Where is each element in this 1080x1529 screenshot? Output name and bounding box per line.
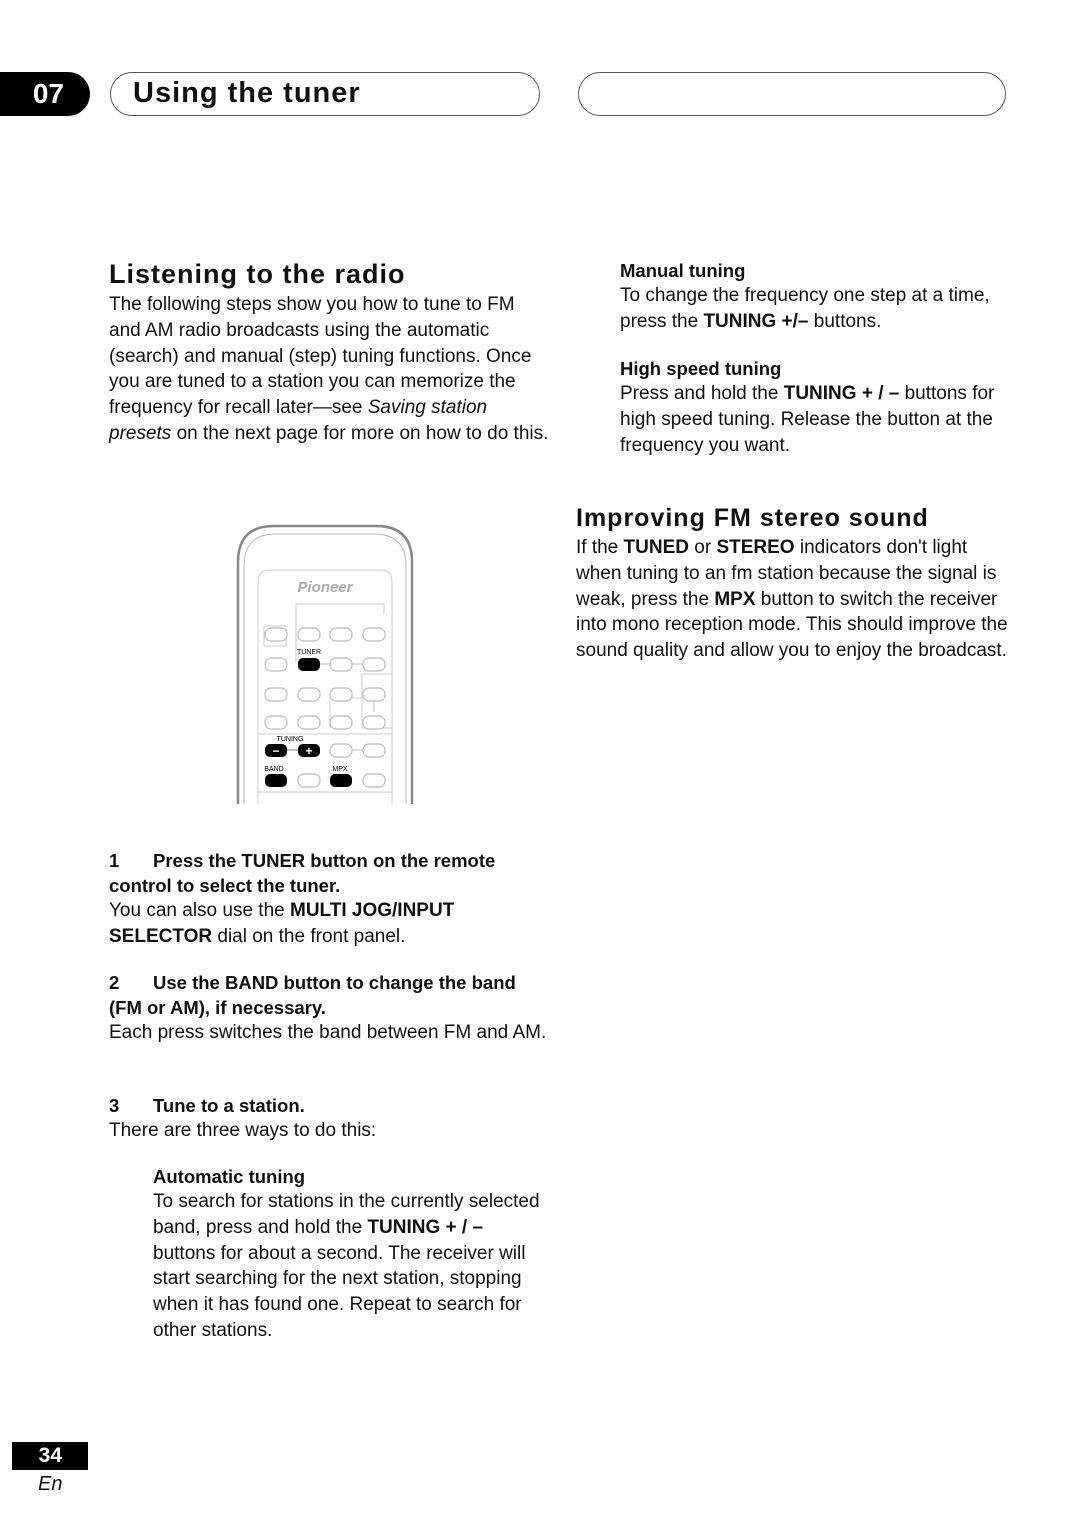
- remote-body-outline: [236, 524, 414, 804]
- listening-intro: The following steps show you how to tune…: [109, 292, 549, 447]
- step-number: 3: [109, 1095, 120, 1116]
- step-title-text: Tune to a station.: [153, 1095, 305, 1116]
- intro-text-2: on the next page for more on how to do t…: [171, 422, 549, 444]
- remote-button: [264, 687, 288, 702]
- listening-section: Listening to the radio The following ste…: [109, 258, 549, 447]
- auto-post: buttons for about a second. The receiver…: [153, 1242, 526, 1341]
- remote-button: [264, 657, 288, 672]
- remote-button: [297, 687, 321, 702]
- minus-icon: −: [272, 744, 279, 758]
- step-3: 3 Tune to a station. There are three ways…: [109, 1093, 549, 1144]
- step-3-title: 3 Tune to a station.: [109, 1093, 549, 1118]
- tuning-button-ref: TUNING +/–: [703, 310, 809, 332]
- manual-tuning: Manual tuning To change the frequency on…: [620, 258, 1015, 335]
- high-speed-tuning-body: Press and hold the TUNING + / – buttons …: [620, 381, 1015, 458]
- remote-button: [264, 627, 288, 642]
- pioneer-logo: Pioneer: [297, 579, 353, 596]
- band-button: [265, 774, 287, 787]
- remote-button: [297, 773, 321, 788]
- stereo-indicator-ref: STEREO: [716, 537, 795, 558]
- remote-button: [264, 715, 288, 730]
- high-speed-tuning-heading: High speed tuning: [620, 358, 782, 379]
- manual-post: buttons.: [808, 310, 882, 332]
- page-number: 34: [38, 1444, 62, 1467]
- fm-stereo-section: Improving FM stereo sound If the TUNED o…: [576, 502, 1008, 664]
- fm-stereo-heading: Improving FM stereo sound: [576, 504, 929, 532]
- step-1-body-pre: You can also use the: [109, 900, 290, 921]
- tuning-button-ref: TUNING + / –: [783, 383, 900, 404]
- hs-pre: Press and hold the: [620, 383, 784, 404]
- remote-button: [329, 627, 353, 642]
- step-title-text: Use the BAND button to change the band (…: [109, 972, 516, 1018]
- band-label: BAND: [264, 766, 283, 773]
- remote-button: [329, 715, 353, 730]
- step-2-body: Each press switches the band between FM …: [109, 1022, 547, 1043]
- step-2-title: 2 Use the BAND button to change the band …: [109, 970, 549, 1020]
- remote-button: [329, 657, 353, 672]
- step-title-text: Press the TUNER button on the remote con…: [109, 850, 496, 896]
- chapter-title: Using the tuner: [110, 72, 540, 116]
- listening-heading: Listening to the radio: [109, 259, 406, 289]
- fm-t2: or: [688, 537, 717, 558]
- automatic-tuning-body: To search for stations in the currently …: [153, 1189, 548, 1344]
- fm-stereo-body: If the TUNED or STEREO indicators don't …: [576, 535, 1008, 664]
- automatic-tuning: Automatic tuning To search for stations …: [153, 1164, 548, 1344]
- language-code: En: [38, 1473, 63, 1495]
- chapter-title-text: Using the tuner: [133, 77, 361, 109]
- mpx-label: MPX: [332, 766, 348, 773]
- automatic-tuning-heading: Automatic tuning: [153, 1166, 306, 1187]
- remote-button: [329, 687, 353, 702]
- step-number: 1: [109, 850, 120, 871]
- fm-t1: If the: [576, 537, 624, 558]
- tuning-button-ref: TUNING + / –: [367, 1216, 484, 1238]
- step-2: 2 Use the BAND button to change the band …: [109, 970, 549, 1046]
- remote-button: [362, 773, 386, 788]
- remote-button: [362, 657, 386, 672]
- header-empty-pill: [578, 72, 1006, 116]
- remote-button-grid: [264, 627, 386, 788]
- step-number: 2: [109, 972, 120, 993]
- step-1-body: You can also use the MULTI JOG/INPUT SEL…: [109, 898, 549, 950]
- step-1-title: 1 Press the TUNER button on the remote co…: [109, 848, 549, 898]
- mpx-button: [330, 774, 352, 787]
- tuning-label: TUNING: [277, 736, 304, 743]
- remote-button: [297, 715, 321, 730]
- remote-control-illustration: Pioneer TUNER TUNING − + BAND MPX: [236, 524, 414, 804]
- remote-button: [329, 743, 353, 758]
- manual-tuning-body: To change the frequency one step at a ti…: [620, 283, 1015, 335]
- tuner-button: [298, 658, 320, 671]
- tuned-indicator-ref: TUNED: [623, 537, 689, 558]
- step-1-body-post: dial on the front panel.: [212, 925, 406, 947]
- chapter-number: 07: [32, 78, 64, 109]
- remote-button: [362, 627, 386, 642]
- remote-button: [362, 715, 386, 730]
- tuner-label: TUNER: [297, 649, 321, 656]
- remote-button: [362, 743, 386, 758]
- chapter-number-tab: 07: [0, 72, 90, 116]
- high-speed-tuning: High speed tuning Press and hold the TUN…: [620, 356, 1015, 458]
- step-3-body: There are three ways to do this:: [109, 1120, 377, 1141]
- remote-button: [362, 687, 386, 702]
- step-1: 1 Press the TUNER button on the remote co…: [109, 848, 549, 950]
- manual-tuning-heading: Manual tuning: [620, 260, 746, 281]
- mpx-button-ref: MPX: [714, 588, 756, 610]
- page-number-tab: 34: [12, 1442, 88, 1470]
- remote-button: [297, 627, 321, 642]
- plus-icon: +: [305, 744, 312, 758]
